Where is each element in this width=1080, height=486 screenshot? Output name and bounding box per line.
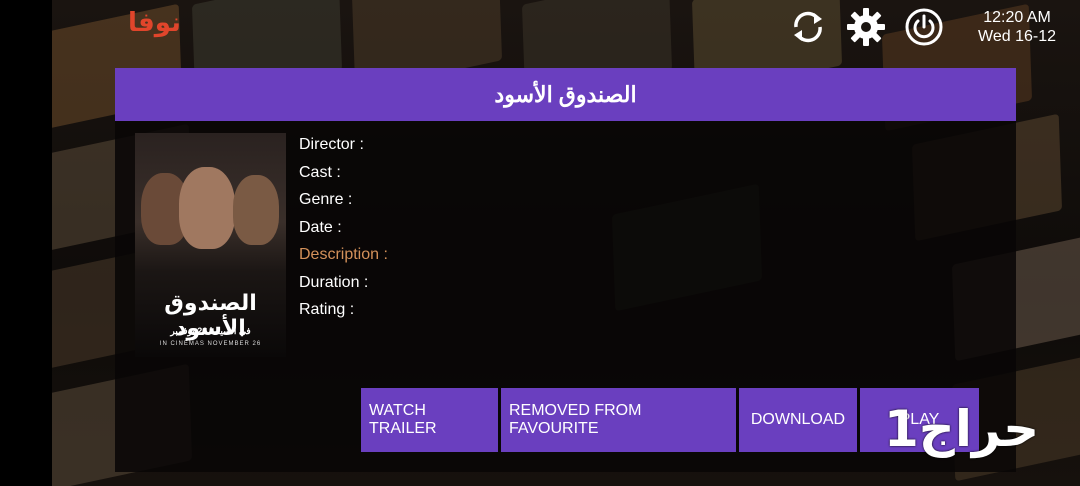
movie-details-panel: الصندوق الأسود الصندوق الأسود في السينما…: [115, 68, 1016, 472]
cast-label: Cast :: [299, 163, 341, 181]
description-label: Description :: [299, 246, 388, 263]
watermark: حراج1: [884, 400, 1040, 458]
clock-time: 12:20 AM: [983, 9, 1051, 26]
poster-subtitle: في السينما 26 نوفمبر: [170, 326, 251, 336]
duration-label: Duration :: [299, 273, 369, 291]
download-button[interactable]: DOWNLOAD: [739, 388, 857, 452]
movie-info: Director : Cast : Genre : Date : Descrip…: [299, 136, 388, 329]
date-label: Date :: [299, 218, 342, 236]
poster-release: IN CINEMAS NOVEMBER 26: [159, 341, 262, 347]
clock: 12:20 AM Wed 16-12: [978, 8, 1056, 46]
watch-trailer-button[interactable]: WATCH TRAILER: [361, 388, 498, 452]
rating-label: Rating :: [299, 301, 355, 318]
favourite-button[interactable]: REMOVED FROM FAVOURITE: [501, 388, 736, 452]
top-toolbar: [786, 6, 946, 48]
movie-poster: الصندوق الأسود في السينما 26 نوفمبر IN C…: [135, 133, 286, 357]
power-icon[interactable]: [902, 6, 946, 48]
left-edge: [0, 0, 52, 486]
movie-title: الصندوق الأسود: [115, 68, 1016, 121]
refresh-icon[interactable]: [786, 6, 830, 48]
director-label: Director :: [299, 136, 364, 153]
gear-icon[interactable]: [844, 6, 888, 48]
app-logo: نوفا: [128, 8, 181, 38]
genre-label: Genre :: [299, 191, 353, 208]
clock-date: Wed 16-12: [978, 28, 1056, 45]
